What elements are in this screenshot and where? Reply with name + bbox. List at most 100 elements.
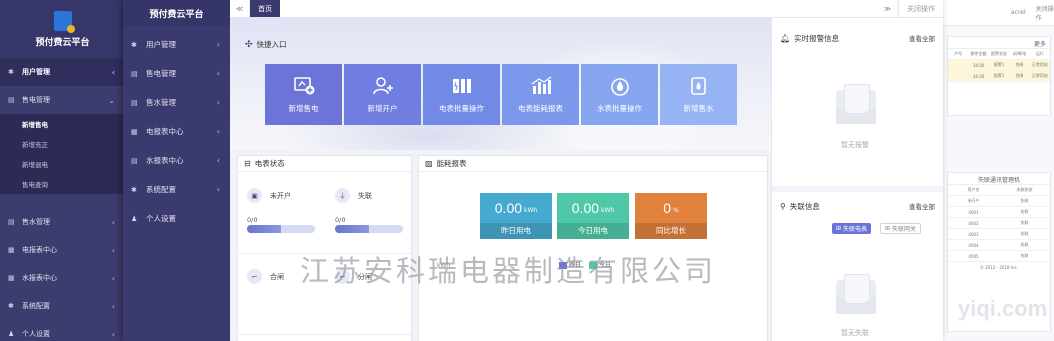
- bg-left-nav-water-report[interactable]: ▦ 水报表中心 ‹: [0, 264, 125, 292]
- clipboard-icon: ⊟: [244, 159, 251, 168]
- energy-report-card: ▨ 能耗报表 0.00 kWh 昨日用电 0.00 kWh 今日用电 0% 同比增长…: [418, 155, 768, 341]
- bg-left-nav-sell-power[interactable]: ▤ 售电管理 ⌄: [0, 86, 125, 114]
- tile-label: 新增售电: [288, 103, 319, 113]
- tab-scroll-right-button[interactable]: ≫: [878, 0, 898, 17]
- water-drop-icon: [609, 76, 631, 96]
- bg-left-logo: 预付费云平台: [0, 0, 125, 58]
- sidebar-item-label: 用户管理: [146, 40, 176, 49]
- bg-left-subitem[interactable]: 新增充正: [0, 134, 125, 154]
- bg-right-panel-title: 失联通讯管理机: [948, 173, 1050, 185]
- tile-new-sell-water[interactable]: 新增售水: [660, 64, 737, 125]
- table-header: 用户名 失联状态: [948, 185, 1050, 196]
- kpi-unit: kWh: [601, 207, 615, 214]
- legend-item-today[interactable]: 今日: [589, 260, 611, 269]
- bg-right-panel-alarms: 更多 户号 剩余金额 报警状态 闭/断电 运行 34.00 报警1 合闸 正常用电 34.00…: [947, 36, 1051, 116]
- sidebar-item-label: 个人设置: [146, 214, 176, 223]
- plug-icon: ⏚: [335, 188, 350, 203]
- chart-icon: [530, 76, 552, 96]
- alarms-view-all-link[interactable]: 查看全部: [909, 33, 935, 43]
- app-title: 预付费云平台: [123, 0, 230, 26]
- kpi-value: 0: [663, 200, 672, 216]
- bg-left-nav-user-mgmt[interactable]: ✱ 用户管理 ‹: [0, 58, 125, 86]
- gear-icon: ✱: [131, 40, 137, 49]
- kpi-yoy-growth: 0% 同比增长: [635, 193, 707, 239]
- quick-entry-title: 快捷入口: [256, 40, 287, 49]
- kpi-value: 0.00: [571, 200, 600, 216]
- bg-left-subitem[interactable]: 新增售电: [0, 114, 125, 134]
- offline-gateway-button[interactable]: ⊞ 失联网关: [880, 223, 922, 234]
- empty-mail-icon: [836, 274, 876, 314]
- user-add-icon: [372, 76, 394, 96]
- empty-mail-icon: [836, 84, 876, 124]
- bg-left-nav-sell-water[interactable]: ▤ 售水管理 ‹: [0, 208, 125, 236]
- bg-right-user: acrel: [1011, 9, 1026, 16]
- chart-legend: 昨日 今日: [559, 260, 611, 269]
- bell-icon: 🔔︎: [780, 33, 791, 43]
- alarms-title: 实时报警信息: [794, 33, 840, 43]
- kpi-today: 0.00 kWh 今日用电: [557, 193, 629, 239]
- sidebar-item-sell-water[interactable]: ▤ 售水管理 ‹: [123, 88, 230, 117]
- site-watermark-logo: yiqi.com: [958, 296, 1048, 321]
- monitor-plus-icon: [293, 76, 315, 96]
- sidebar-item-water-report[interactable]: ▤ 水报表中心 ‹: [123, 146, 230, 175]
- bg-right-panel-title[interactable]: 更多: [948, 37, 1050, 49]
- table-row[interactable]: 4004 失联: [948, 240, 1050, 251]
- right-panel: 🔔︎ 实时报警信息 查看全部 暂无报警 ⚲ 失联信息 查看全部 ⊞ 失联电表 ⊞ 失…: [771, 18, 943, 341]
- sidebar-item-sell-power[interactable]: ▤ 售电管理 ‹: [123, 59, 230, 88]
- table-row[interactable]: 4003 失联: [948, 229, 1050, 240]
- legend-item-yesterday[interactable]: 昨日: [559, 260, 581, 269]
- list-icon: ▤: [8, 96, 15, 104]
- table-row[interactable]: 4005 失联: [948, 251, 1050, 262]
- sidebar-item-label: 售水管理: [146, 98, 176, 107]
- sidebar-item-user-mgmt[interactable]: ✱ 用户管理 ‹: [123, 30, 230, 59]
- user-icon: ♟: [131, 214, 138, 223]
- meter-status-open[interactable]: ⌐ 分闸: [328, 259, 412, 331]
- table-row[interactable]: 4002 失联: [948, 218, 1050, 229]
- tab-scroll-left-button[interactable]: ≪: [230, 0, 250, 17]
- offline-meter-button[interactable]: ⊞ 失联电表: [832, 223, 872, 234]
- kpi-unit: kWh: [524, 207, 538, 214]
- chevron-left-icon: ‹: [111, 301, 115, 311]
- sidebar-item-label: 水报表中心: [146, 156, 184, 165]
- table-row[interactable]: 未开户 失联: [948, 196, 1050, 207]
- chevron-left-icon: ‹: [216, 69, 220, 78]
- meter-status-closed[interactable]: ⌐ 合闸: [240, 259, 324, 331]
- tab-home[interactable]: 首页: [250, 0, 280, 17]
- sidebar-item-system[interactable]: ✱ 系统配置 ‹: [123, 175, 230, 204]
- tile-label: 新增售水: [683, 103, 714, 113]
- grid-icon: ▦: [8, 246, 15, 254]
- table-row[interactable]: 34.00 报警1 合闸 正常用电: [948, 60, 1050, 71]
- bg-left-subitem[interactable]: 售电查询: [0, 174, 125, 194]
- table-row[interactable]: 4001 失联: [948, 207, 1050, 218]
- tile-meter-batch[interactable]: 电表批量操作: [423, 64, 500, 125]
- chevron-left-icon: ‹: [216, 185, 220, 194]
- background-window-right: acrel 关闭操作 更多 户号 剩余金额 报警状态 闭/断电 运行 34.00 报警1 合…: [940, 0, 1054, 341]
- bg-left-nav-system[interactable]: ✱ 系统配置 ‹: [0, 292, 125, 320]
- sidebar-item-power-report[interactable]: ▦ 电报表中心 ‹: [123, 117, 230, 146]
- meter-status-offline[interactable]: ⏚ 失联 0/0: [328, 178, 412, 250]
- kpi-label: 今日用电: [557, 223, 629, 239]
- tile-water-batch[interactable]: 水表批量操作: [581, 64, 658, 125]
- bg-left-nav-power-report[interactable]: ▦ 电报表中心 ‹: [0, 236, 125, 264]
- water-tap-icon: [688, 76, 710, 96]
- offline-view-all-link[interactable]: 查看全部: [909, 201, 935, 211]
- quick-entry-header: ✣ 快捷入口: [245, 39, 287, 50]
- bg-left-nav-personal[interactable]: ♟ 个人设置 ‹: [0, 320, 125, 341]
- list-icon: ▤: [8, 218, 15, 226]
- kpi-label: 昨日用电: [480, 223, 552, 239]
- close-operations-button[interactable]: 关闭操作: [898, 0, 943, 17]
- tile-new-account[interactable]: 新增开户: [344, 64, 421, 125]
- offline-header: ⚲ 失联信息 查看全部: [772, 186, 943, 226]
- chevron-left-icon: ‹: [216, 40, 220, 49]
- tile-meter-energy-report[interactable]: 电表能耗报表: [502, 64, 579, 125]
- chevron-down-icon: ‹: [111, 67, 115, 77]
- tile-new-sell-power[interactable]: 新增售电: [265, 64, 342, 125]
- bg-right-close-ops[interactable]: 关闭操作: [1036, 4, 1054, 22]
- table-row[interactable]: 34.00 报警1 合闸 正常用电: [948, 71, 1050, 82]
- gear-icon: ✱: [8, 68, 14, 76]
- sidebar-item-personal[interactable]: ♟ 个人设置: [123, 204, 230, 233]
- meter-status-unopened[interactable]: ▣ 未开户 0/0: [240, 178, 324, 250]
- main-content: ≪ 首页 ≫ 关闭操作 ✣ 快捷入口 新增售电 新增开户 电表批量操作 电表能耗…: [230, 0, 943, 341]
- bg-left-subitem[interactable]: 新增退电: [0, 154, 125, 174]
- list-icon: ▤: [131, 98, 138, 107]
